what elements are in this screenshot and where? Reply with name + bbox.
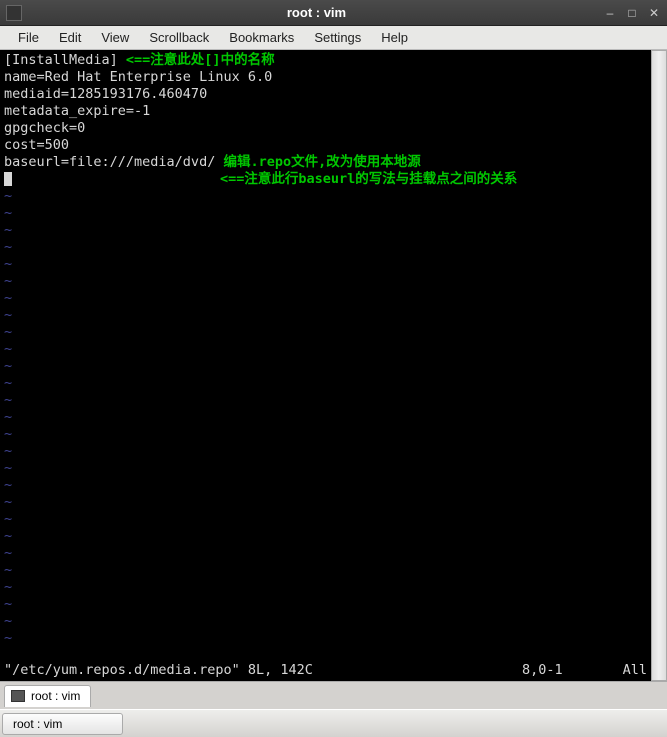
menu-scrollback[interactable]: Scrollback	[139, 27, 219, 48]
menubar: File Edit View Scrollback Bookmarks Sett…	[0, 26, 667, 50]
tilde-line: ~	[4, 494, 647, 511]
tilde-line: ~	[4, 409, 647, 426]
window-titlebar: root : vim – □ ✕	[0, 0, 667, 26]
line7-annotation: 编辑.repo文件,改为使用本地源	[215, 154, 420, 170]
content-line-8: <==注意此行baseurl的写法与挂载点之间的关系	[4, 171, 647, 188]
menu-settings[interactable]: Settings	[304, 27, 371, 48]
tilde-line: ~	[4, 511, 647, 528]
window-controls: – □ ✕	[603, 6, 661, 20]
tilde-line: ~	[4, 579, 647, 596]
status-percent: All	[623, 662, 647, 679]
taskbar: root : vim	[0, 709, 667, 737]
tilde-line: ~	[4, 392, 647, 409]
close-button[interactable]: ✕	[647, 6, 661, 20]
tilde-line: ~	[4, 290, 647, 307]
taskbar-item[interactable]: root : vim	[2, 713, 123, 735]
content-line-1: [InstallMedia] <==注意此处[]中的名称	[4, 52, 647, 69]
menu-bookmarks[interactable]: Bookmarks	[219, 27, 304, 48]
tilde-line: ~	[4, 307, 647, 324]
tilde-line: ~	[4, 324, 647, 341]
terminal-icon	[6, 5, 22, 21]
content-line-7: baseurl=file:///media/dvd/ 编辑.repo文件,改为使…	[4, 154, 647, 171]
line7-text: baseurl=file:///media/dvd/	[4, 154, 215, 170]
tilde-line: ~	[4, 477, 647, 494]
vim-status-line: "/etc/yum.repos.d/media.repo" 8L, 142C 8…	[4, 662, 647, 679]
terminal-tab-icon	[11, 690, 25, 702]
menu-file[interactable]: File	[8, 27, 49, 48]
terminal-tabbar: root : vim	[0, 681, 667, 709]
tilde-line: ~	[4, 375, 647, 392]
terminal[interactable]: [InstallMedia] <==注意此处[]中的名称 name=Red Ha…	[0, 50, 667, 681]
maximize-button[interactable]: □	[625, 6, 639, 20]
terminal-tab[interactable]: root : vim	[4, 685, 91, 707]
status-position: 8,0-1	[522, 662, 623, 679]
tilde-line: ~	[4, 528, 647, 545]
content-line-6: cost=500	[4, 137, 647, 154]
content-line-4: metadata_expire=-1	[4, 103, 647, 120]
menu-help[interactable]: Help	[371, 27, 418, 48]
tilde-line: ~	[4, 443, 647, 460]
tilde-line: ~	[4, 562, 647, 579]
content-line-3: mediaid=1285193176.460470	[4, 86, 647, 103]
tilde-line: ~	[4, 596, 647, 613]
tilde-line: ~	[4, 222, 647, 239]
tilde-line: ~	[4, 239, 647, 256]
scrollbar[interactable]	[651, 50, 667, 681]
tilde-line: ~	[4, 630, 647, 647]
terminal-tab-label: root : vim	[31, 689, 80, 703]
tilde-line: ~	[4, 273, 647, 290]
menu-edit[interactable]: Edit	[49, 27, 91, 48]
tilde-line: ~	[4, 613, 647, 630]
cursor	[4, 172, 12, 186]
line8-annotation: <==注意此行baseurl的写法与挂载点之间的关系	[220, 171, 517, 188]
taskbar-item-label: root : vim	[13, 717, 62, 731]
status-file: "/etc/yum.repos.d/media.repo" 8L, 142C	[4, 662, 313, 679]
tilde-line: ~	[4, 358, 647, 375]
tilde-line: ~	[4, 341, 647, 358]
minimize-button[interactable]: –	[603, 6, 617, 20]
tilde-line: ~	[4, 460, 647, 477]
menu-view[interactable]: View	[91, 27, 139, 48]
content-line-5: gpgcheck=0	[4, 120, 647, 137]
tilde-line: ~	[4, 188, 647, 205]
tilde-line: ~	[4, 256, 647, 273]
line1-annotation: <==注意此处[]中的名称	[118, 52, 275, 68]
tilde-line: ~	[4, 545, 647, 562]
tilde-line: ~	[4, 426, 647, 443]
tilde-line: ~	[4, 205, 647, 222]
content-line-2: name=Red Hat Enterprise Linux 6.0	[4, 69, 647, 86]
line1-text: [InstallMedia]	[4, 52, 118, 68]
window-title: root : vim	[30, 5, 603, 20]
